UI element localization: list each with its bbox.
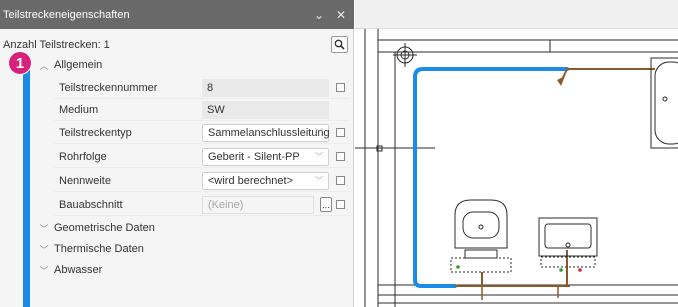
prop-checkbox[interactable] bbox=[336, 83, 345, 92]
selection-indicator-bar bbox=[23, 63, 30, 307]
chevron-up-icon: ︿ bbox=[39, 60, 49, 71]
prop-row-rohrfolge: Rohrfolge Geberit - Silent-PP ﹀ bbox=[54, 146, 350, 168]
flow-arrow-icon bbox=[557, 76, 565, 86]
prop-label: Teilstreckennummer bbox=[59, 82, 158, 94]
section-abwasser[interactable]: ﹀ Abwasser bbox=[36, 260, 102, 280]
connected-pipe bbox=[455, 68, 655, 287]
prop-label: Teilstreckentyp bbox=[59, 127, 132, 139]
prop-row-teilstreckentyp: Teilstreckentyp Sammelanschlussleitung ﹀ bbox=[54, 122, 350, 144]
section-allgemein-label: Allgemein bbox=[54, 59, 103, 71]
prop-label: Nennweite bbox=[59, 175, 111, 187]
connection-point bbox=[456, 265, 460, 269]
connection-point bbox=[559, 268, 563, 272]
segment-count-label: Anzahl Teilstrecken: 1 bbox=[3, 39, 110, 51]
chevron-down-icon: ﹀ bbox=[315, 176, 323, 185]
rohrfolge-select[interactable]: Geberit - Silent-PP ﹀ bbox=[202, 148, 329, 166]
prop-row-teilstreckennummer: Teilstreckennummer 8 bbox=[54, 77, 350, 99]
prop-value-teilstreckennummer: 8 bbox=[202, 79, 329, 97]
dropdown-icon[interactable]: ⌄ bbox=[310, 6, 328, 24]
section-allgemein[interactable]: ︿ Allgemein bbox=[36, 55, 102, 75]
floorplan-drawing[interactable] bbox=[355, 0, 678, 307]
prop-checkbox[interactable] bbox=[336, 176, 345, 185]
section-thermisch-label: Thermische Daten bbox=[54, 243, 144, 255]
prop-checkbox[interactable] bbox=[336, 200, 345, 209]
bauabschnitt-browse-button[interactable]: ... bbox=[320, 197, 332, 212]
search-button[interactable] bbox=[331, 36, 348, 53]
select-value: Geberit - Silent-PP bbox=[208, 151, 300, 163]
panel-titlebar: Teilstreckeneigenschaften ⌄ ✕ bbox=[0, 0, 354, 29]
connection-point bbox=[578, 268, 582, 272]
shower-fixture-icon bbox=[650, 57, 678, 149]
cad-canvas[interactable] bbox=[355, 0, 678, 307]
chevron-down-icon: ﹀ bbox=[39, 223, 49, 234]
section-thermisch[interactable]: ﹀ Thermische Daten bbox=[36, 239, 144, 259]
chevron-down-icon: ﹀ bbox=[39, 265, 49, 276]
prop-checkbox[interactable] bbox=[336, 152, 345, 161]
prop-label: Rohrfolge bbox=[59, 151, 107, 163]
chevron-down-icon: ﹀ bbox=[315, 128, 323, 137]
close-icon[interactable]: ✕ bbox=[332, 6, 350, 24]
section-geometrie-label: Geometrische Daten bbox=[54, 222, 155, 234]
segment-count: Anzahl Teilstrecken: 1 bbox=[0, 36, 354, 54]
properties-panel: Teilstreckeneigenschaften ⌄ ✕ Anzahl Tei… bbox=[0, 0, 354, 307]
nennweite-select[interactable]: <wird berechnet> ﹀ bbox=[202, 172, 329, 190]
prop-value-medium: SW bbox=[202, 101, 329, 119]
chevron-down-icon: ﹀ bbox=[39, 244, 49, 255]
prop-row-nennweite: Nennweite <wird berechnet> ﹀ bbox=[54, 170, 350, 192]
select-value: Sammelanschlussleitung bbox=[208, 127, 330, 139]
section-geometrie[interactable]: ﹀ Geometrische Daten bbox=[36, 218, 155, 238]
step-badge: 1 bbox=[8, 51, 32, 75]
prop-row-medium: Medium SW bbox=[54, 99, 350, 121]
bauabschnitt-value: (Keine) bbox=[202, 196, 314, 214]
panel-title: Teilstreckeneigenschaften bbox=[3, 8, 130, 21]
teilstreckentyp-select[interactable]: Sammelanschlussleitung ﹀ bbox=[202, 124, 330, 142]
section-abwasser-label: Abwasser bbox=[54, 264, 103, 276]
prop-row-bauabschnitt: Bauabschnitt (Keine) ... bbox=[54, 194, 350, 216]
toilet-fixture-icon bbox=[450, 199, 512, 273]
prop-label: Bauabschnitt bbox=[59, 199, 123, 211]
prop-label: Medium bbox=[59, 104, 99, 116]
prop-checkbox[interactable] bbox=[336, 128, 345, 137]
select-value: <wird berechnet> bbox=[208, 175, 293, 187]
grid-marker-icon bbox=[393, 43, 417, 67]
chevron-down-icon: ﹀ bbox=[315, 152, 323, 161]
selected-pipe-segment bbox=[413, 67, 569, 288]
search-icon bbox=[334, 39, 345, 50]
